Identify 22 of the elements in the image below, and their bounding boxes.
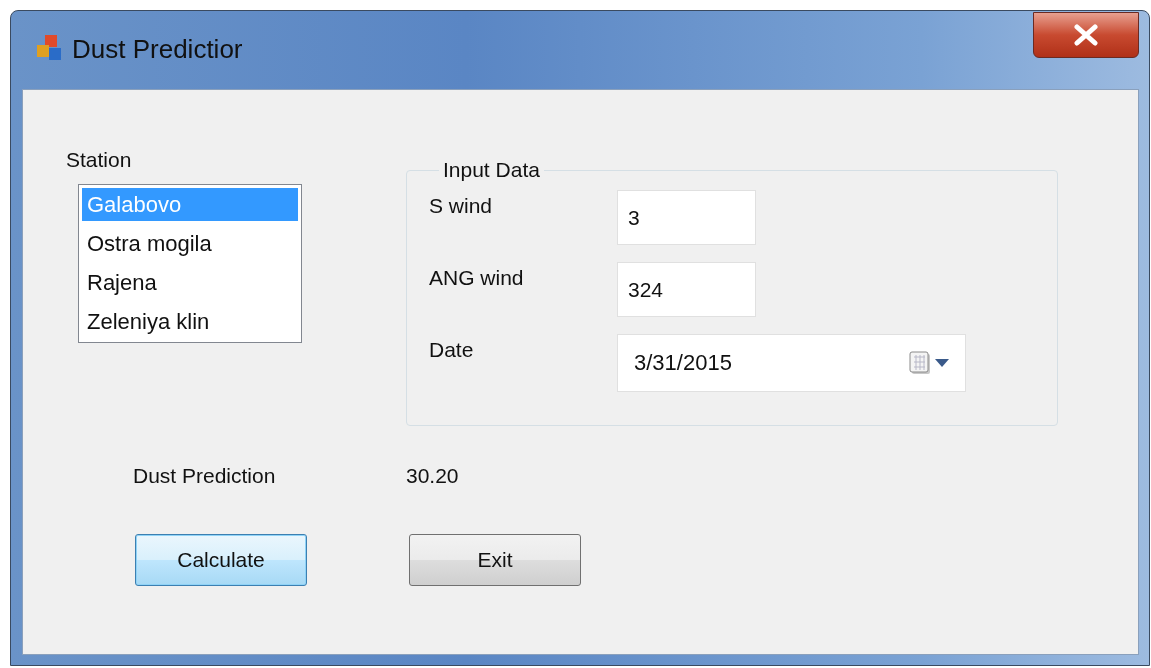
result-label: Dust Prediction — [133, 464, 277, 488]
calendar-icon — [909, 351, 931, 375]
window-title: Dust Predictior — [72, 33, 244, 65]
list-item[interactable]: Rajena — [82, 266, 298, 305]
push-button[interactable]: Calculate — [135, 534, 307, 586]
field-label: Date — [429, 337, 475, 362]
close-button[interactable] — [1033, 12, 1139, 58]
input-field[interactable]: 324 — [617, 262, 756, 317]
input-field[interactable]: 3 — [617, 190, 756, 245]
station-label: Station — [66, 148, 133, 172]
group-title: Input Data — [442, 158, 541, 182]
field-label: ANG wind — [429, 265, 525, 290]
date-picker[interactable]: 3/31/2015 — [617, 334, 966, 392]
dropdown-caret-icon — [935, 359, 949, 367]
station-listbox[interactable]: Galabovo Ostra mogila Rajena Zeleniya klin — [78, 184, 302, 343]
list-item[interactable]: Zeleniya klin — [82, 305, 298, 344]
close-icon — [1073, 24, 1099, 46]
cubes-icon — [34, 33, 64, 63]
field-label: S wind — [429, 193, 494, 218]
push-button[interactable]: Exit — [409, 534, 581, 586]
result-value: 30.20 — [406, 464, 459, 488]
list-item[interactable]: Ostra mogila — [82, 227, 298, 266]
